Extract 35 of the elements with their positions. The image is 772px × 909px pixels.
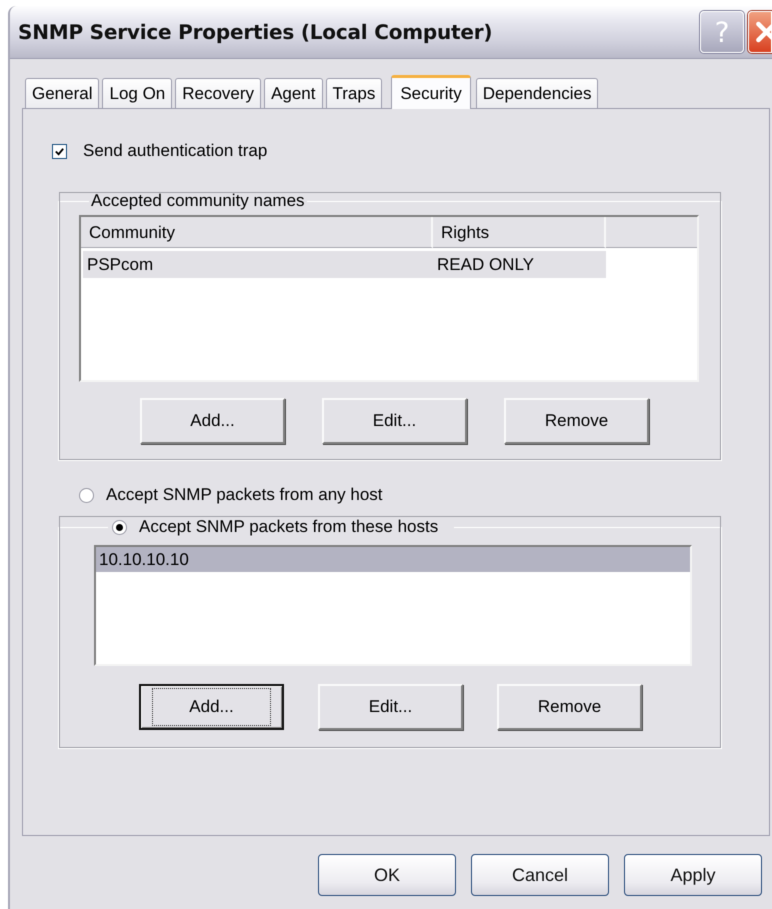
tab[interactable]: Recovery: [175, 78, 262, 108]
button[interactable]: Remove: [497, 684, 642, 730]
button[interactable]: Add...: [139, 684, 284, 730]
tab[interactable]: Agent: [264, 78, 322, 108]
table-cell-text: PSPcom: [86, 254, 154, 274]
close-button[interactable]: [748, 11, 772, 53]
radio-button[interactable]: [79, 488, 94, 502]
tab[interactable]: Dependencies: [476, 78, 598, 108]
button[interactable]: Apply: [624, 854, 762, 896]
list-row[interactable]: PSPcom READ ONLY: [83, 251, 606, 278]
list-row[interactable]: 10.10.10.10: [96, 547, 690, 572]
tab[interactable]: Security: [391, 75, 471, 109]
community-list[interactable]: Community Rights PSPcom READ ONLY: [79, 215, 699, 382]
group-label: Accepted community names: [90, 191, 306, 211]
column-header[interactable]: Community: [81, 217, 433, 248]
checkbox[interactable]: [52, 144, 67, 158]
window-title: SNMP Service Properties (Local Computer): [18, 20, 492, 44]
button[interactable]: Remove: [504, 398, 649, 444]
radio-label: Accept SNMP packets from these hosts: [139, 517, 438, 537]
checkbox-label: Send authentication trap: [83, 141, 268, 161]
host-list[interactable]: 10.10.10.10: [94, 545, 692, 666]
button[interactable]: Edit...: [322, 398, 467, 444]
tab[interactable]: Log On: [102, 78, 172, 108]
radio-label: Accept SNMP packets from any host: [106, 485, 383, 505]
tab[interactable]: Traps: [326, 78, 382, 108]
close-icon: [755, 20, 771, 44]
table-cell-text: READ ONLY: [436, 254, 534, 274]
tab[interactable]: General: [25, 78, 100, 108]
radio-button[interactable]: [112, 520, 127, 534]
button[interactable]: Add...: [140, 398, 285, 444]
column-header[interactable]: Rights: [433, 217, 606, 248]
button[interactable]: Edit...: [318, 684, 463, 730]
button[interactable]: OK: [318, 854, 456, 896]
button[interactable]: Cancel: [471, 854, 609, 896]
check-icon: [54, 146, 65, 156]
